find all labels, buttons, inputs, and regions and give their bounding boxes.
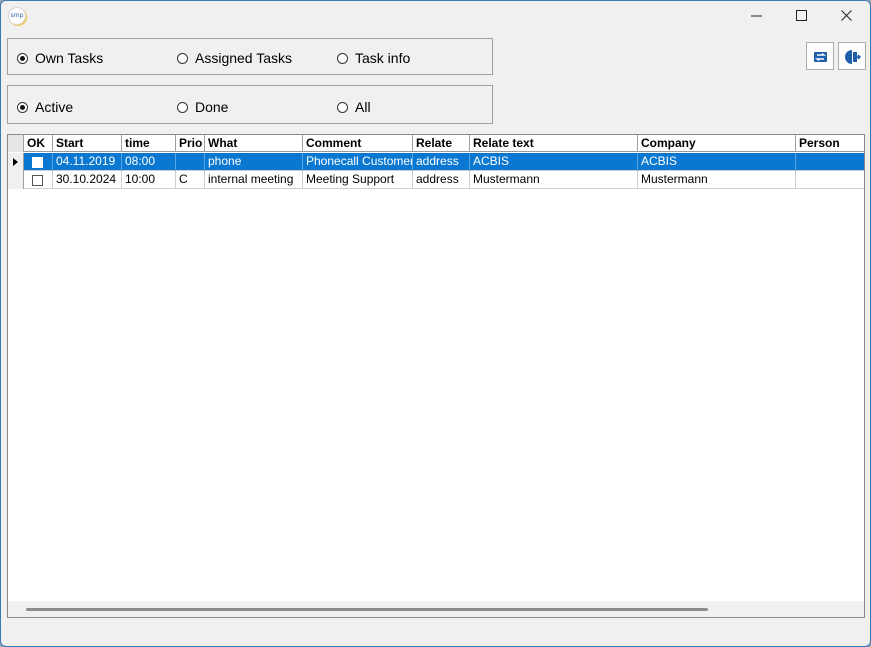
- column-header-comment[interactable]: Comment: [303, 135, 413, 152]
- radio-done-label: Done: [195, 99, 229, 115]
- refresh-icon: [814, 52, 827, 62]
- row-selector[interactable]: [8, 171, 24, 189]
- column-header-person[interactable]: Person: [796, 135, 864, 152]
- cell-start[interactable]: 04.11.2019: [53, 153, 122, 171]
- radio-active-indicator[interactable]: [17, 101, 28, 113]
- minimize-icon: [751, 15, 762, 17]
- ok-checkbox[interactable]: [32, 157, 43, 168]
- cell-what[interactable]: internal meeting: [205, 171, 303, 189]
- table-row[interactable]: 30.10.2024 10:00 C internal meeting Meet…: [8, 171, 864, 189]
- cell-company[interactable]: Mustermann: [638, 171, 796, 189]
- close-icon: [841, 10, 852, 21]
- cell-time[interactable]: 08:00: [122, 153, 176, 171]
- column-header-start[interactable]: Start: [53, 135, 122, 152]
- cell-relate-text[interactable]: Mustermann: [470, 171, 638, 189]
- tasks-grid[interactable]: OK Start time Prio What Comment Relate R…: [7, 134, 865, 618]
- cell-start[interactable]: 30.10.2024: [53, 171, 122, 189]
- current-row-arrow-icon: [13, 158, 18, 166]
- column-header-prio[interactable]: Prio: [176, 135, 205, 152]
- cell-comment[interactable]: Phonecall Customer: [303, 153, 413, 171]
- cell-comment[interactable]: Meeting Support: [303, 171, 413, 189]
- radio-task-info-indicator[interactable]: [337, 52, 348, 64]
- refresh-button[interactable]: [806, 42, 834, 70]
- radio-all-label: All: [355, 99, 371, 115]
- cell-prio[interactable]: [176, 153, 205, 171]
- radio-own-tasks[interactable]: Own Tasks: [17, 49, 103, 67]
- table-row[interactable]: 04.11.2019 08:00 phone Phonecall Custome…: [8, 153, 864, 171]
- radio-active-label: Active: [35, 99, 74, 115]
- app-logo-icon: smp: [8, 7, 26, 25]
- radio-assigned-tasks[interactable]: Assigned Tasks: [177, 49, 292, 67]
- cell-relate-text[interactable]: ACBIS: [470, 153, 638, 171]
- column-header-relate[interactable]: Relate: [413, 135, 470, 152]
- cell-relate[interactable]: address: [413, 171, 470, 189]
- minimize-button[interactable]: [734, 1, 780, 32]
- radio-all-indicator[interactable]: [337, 101, 348, 113]
- row-selector[interactable]: [8, 153, 24, 171]
- cell-person[interactable]: [796, 153, 864, 171]
- exit-button[interactable]: [838, 42, 866, 70]
- cell-prio[interactable]: C: [176, 171, 205, 189]
- task-status-group: Active Done All: [7, 85, 493, 124]
- column-header-time[interactable]: time: [122, 135, 176, 152]
- column-header-company[interactable]: Company: [638, 135, 796, 152]
- cell-ok[interactable]: [24, 171, 53, 189]
- maximize-icon: [796, 10, 807, 21]
- radio-task-info-label: Task info: [355, 50, 411, 66]
- radio-done-indicator[interactable]: [177, 101, 188, 113]
- radio-assigned-tasks-label: Assigned Tasks: [195, 50, 293, 66]
- maximize-button[interactable]: [779, 1, 825, 32]
- radio-assigned-tasks-indicator[interactable]: [177, 52, 188, 64]
- column-header-ok[interactable]: OK: [24, 135, 53, 152]
- radio-active[interactable]: Active: [17, 98, 73, 116]
- column-header-what[interactable]: What: [205, 135, 303, 152]
- grid-corner: [8, 135, 24, 152]
- cell-company[interactable]: ACBIS: [638, 153, 796, 171]
- exit-icon: [845, 50, 861, 64]
- horizontal-scrollbar[interactable]: [8, 601, 864, 617]
- radio-all[interactable]: All: [337, 98, 371, 116]
- cell-person[interactable]: [796, 171, 864, 189]
- column-header-relate-text[interactable]: Relate text: [470, 135, 638, 152]
- radio-done[interactable]: Done: [177, 98, 228, 116]
- radio-own-tasks-indicator[interactable]: [17, 52, 28, 64]
- scrollbar-thumb[interactable]: [26, 608, 708, 611]
- cell-time[interactable]: 10:00: [122, 171, 176, 189]
- radio-own-tasks-label: Own Tasks: [35, 50, 104, 66]
- grid-header: OK Start time Prio What Comment Relate R…: [8, 135, 864, 152]
- title-bar[interactable]: smp: [1, 1, 870, 32]
- cell-relate[interactable]: address: [413, 153, 470, 171]
- cell-ok[interactable]: [24, 153, 53, 171]
- main-window: smp Own Tasks Assigned Tasks Task info A…: [0, 0, 871, 647]
- radio-task-info[interactable]: Task info: [337, 49, 410, 67]
- task-scope-group: Own Tasks Assigned Tasks Task info: [7, 38, 493, 75]
- ok-checkbox[interactable]: [32, 175, 43, 186]
- close-button[interactable]: [824, 1, 870, 32]
- cell-what[interactable]: phone: [205, 153, 303, 171]
